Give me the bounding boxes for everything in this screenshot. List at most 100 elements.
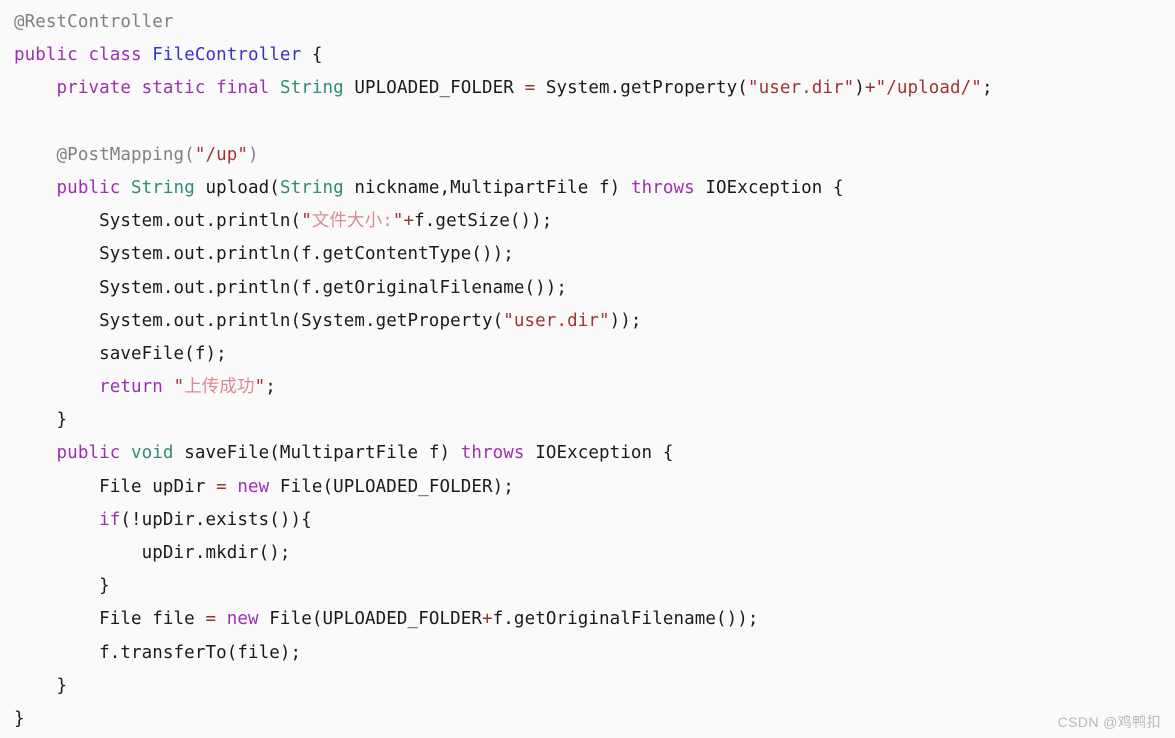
code-line: if(!upDir.exists()){ xyxy=(14,504,993,537)
code-token: File file xyxy=(99,609,206,630)
code-token: f.getOriginalFilename()); xyxy=(492,609,759,630)
code-line: upDir.mkdir(); xyxy=(14,537,993,570)
code-token: System.out.println(f.getOriginalFilename… xyxy=(99,277,568,298)
code-token: " xyxy=(392,211,404,232)
code-token: File upDir xyxy=(99,476,217,497)
code-token: saveFile(MultipartFile f) xyxy=(173,443,461,464)
code-token: "/up" xyxy=(194,144,249,165)
code-token: " xyxy=(301,211,312,232)
code-token: throws xyxy=(630,177,695,198)
code-token: String xyxy=(279,78,344,99)
code-line: System.out.println(f.getContentType()); xyxy=(14,238,993,271)
code-line: @PostMapping("/up") xyxy=(14,139,993,172)
code-token: (!upDir.exists()){ xyxy=(120,509,312,530)
code-token: { xyxy=(301,45,323,66)
code-line: f.transferTo(file); xyxy=(14,637,993,670)
code-token: void xyxy=(131,443,174,464)
code-line: public class FileController { xyxy=(14,39,993,72)
code-token: saveFile(f); xyxy=(99,343,227,364)
code-token: String xyxy=(279,177,344,198)
code-line: public String upload(String nickname,Mul… xyxy=(14,172,993,205)
code-token: ; xyxy=(981,78,993,99)
code-token: nickname,MultipartFile f) xyxy=(343,177,631,198)
code-token: " xyxy=(254,377,266,398)
code-token: + xyxy=(864,78,876,99)
code-line: File upDir = new File(UPLOADED_FOLDER); xyxy=(14,471,993,504)
code-token: = xyxy=(524,78,536,99)
code-token: + xyxy=(482,609,493,630)
code-token: throws xyxy=(460,443,525,464)
code-token: System.out.println(f.getContentType()); xyxy=(99,244,514,265)
code-line: } xyxy=(14,703,993,736)
code-token: public xyxy=(14,45,78,66)
code-token: upload( xyxy=(194,177,280,198)
code-token: f.transferTo(file); xyxy=(99,642,302,663)
code-token: "user.dir" xyxy=(747,78,855,99)
code-token: public xyxy=(56,177,121,198)
code-line: System.out.println(f.getOriginalFilename… xyxy=(14,272,993,305)
code-token: ; xyxy=(265,377,276,398)
code-token: " xyxy=(173,377,185,398)
code-token: new xyxy=(226,609,259,630)
code-token: 文件大小: xyxy=(311,211,393,232)
code-token: upDir.mkdir(); xyxy=(141,543,291,563)
code-token: class xyxy=(88,45,142,66)
code-line: return "上传成功"; xyxy=(14,371,993,404)
code-line: System.out.println(System.getProperty("u… xyxy=(14,305,993,338)
code-token: File(UPLOADED_FOLDER xyxy=(258,609,483,630)
code-token: File(UPLOADED_FOLDER); xyxy=(269,476,514,497)
code-block: @RestController public class FileControll… xyxy=(0,0,993,736)
code-line: @RestController xyxy=(14,6,993,39)
code-token: 上传成功 xyxy=(184,377,255,398)
code-line: } xyxy=(14,670,993,703)
code-token: @RestController xyxy=(14,12,174,32)
code-token: ) xyxy=(248,144,259,165)
code-token: FileController xyxy=(152,45,302,66)
code-token: )); xyxy=(609,310,642,331)
code-token: static xyxy=(141,78,206,99)
code-token: public xyxy=(56,443,121,464)
code-token: f.getSize()); xyxy=(414,211,553,232)
code-token: final xyxy=(216,78,270,99)
code-token: = xyxy=(216,476,227,497)
code-token: UPLOADED_FOLDER xyxy=(343,78,525,99)
code-token: IOException { xyxy=(524,443,674,464)
code-line: private static final String UPLOADED_FOL… xyxy=(14,72,993,105)
code-token: + xyxy=(403,211,415,232)
code-token: } xyxy=(14,708,25,729)
code-token: = xyxy=(205,609,217,630)
code-line: public void saveFile(MultipartFile f) th… xyxy=(14,437,993,470)
csdn-watermark: CSDN @鸡鸭扣 xyxy=(1057,714,1161,730)
code-token: if xyxy=(99,509,121,530)
code-token: private xyxy=(56,78,131,99)
code-token: ) xyxy=(854,78,865,99)
code-token: IOException { xyxy=(694,177,844,198)
code-token: String xyxy=(131,177,195,198)
